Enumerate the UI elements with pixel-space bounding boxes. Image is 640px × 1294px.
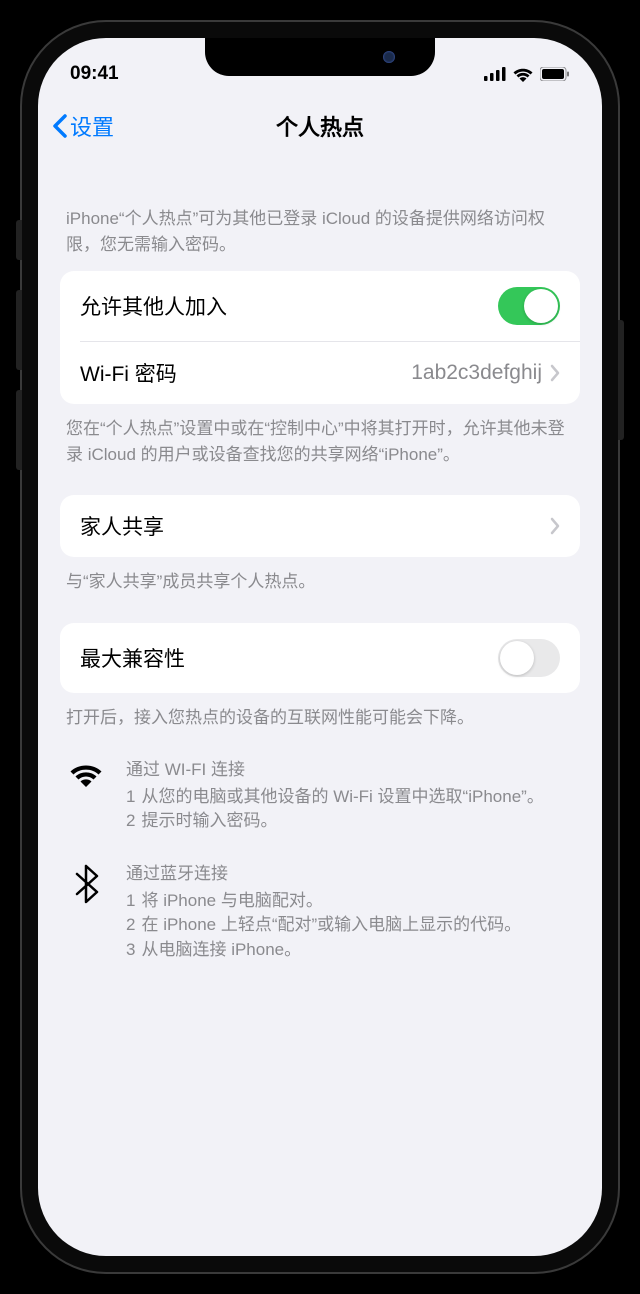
bt-info-step-2: 在 iPhone 上轻点“配对”或输入电脑上显示的代码。: [141, 913, 521, 938]
chevron-left-icon: [52, 114, 68, 138]
bt-info-title: 通过蓝牙连接: [126, 862, 574, 887]
allow-others-toggle[interactable]: [498, 287, 560, 325]
page-title: 个人热点: [276, 110, 364, 142]
screen: 09:41 设置 个人热点: [38, 38, 602, 1256]
max-compat-footer: 打开后，接入您热点的设备的互联网性能可能会下降。: [60, 693, 580, 745]
back-button[interactable]: 设置: [52, 110, 114, 142]
wifi-info-step-2: 提示时输入密码。: [141, 809, 277, 834]
wifi-icon: [512, 66, 534, 82]
chevron-right-icon: [550, 364, 560, 382]
wifi-icon: [66, 758, 106, 834]
cellular-icon: [484, 67, 506, 81]
family-sharing-row[interactable]: 家人共享: [60, 495, 580, 557]
max-compat-group: 最大兼容性: [60, 623, 580, 693]
battery-icon: [540, 67, 570, 81]
wifi-info-title: 通过 WI-FI 连接: [126, 758, 574, 783]
phone-frame: 09:41 设置 个人热点: [20, 20, 620, 1274]
wifi-password-row[interactable]: Wi-Fi 密码 1ab2c3defghij: [80, 341, 580, 404]
wifi-info-step-1: 从您的电脑或其他设备的 Wi-Fi 设置中选取“iPhone”。: [141, 785, 543, 810]
allow-others-row[interactable]: 允许其他人加入: [60, 271, 580, 341]
family-sharing-group: 家人共享: [60, 495, 580, 557]
allow-others-footer: 您在“个人热点”设置中或在“控制中心”中将其打开时，允许其他未登录 iCloud…: [60, 404, 580, 495]
allow-others-label: 允许其他人加入: [80, 291, 227, 321]
family-sharing-label: 家人共享: [80, 511, 164, 541]
wifi-instructions: 通过 WI-FI 连接 1从您的电脑或其他设备的 Wi-Fi 设置中选取“iPh…: [60, 744, 580, 848]
bluetooth-icon: [66, 862, 106, 963]
max-compat-row[interactable]: 最大兼容性: [60, 623, 580, 693]
bluetooth-instructions: 通过蓝牙连接 1将 iPhone 与电脑配对。 2在 iPhone 上轻点“配对…: [60, 848, 580, 977]
bt-info-step-3: 从电脑连接 iPhone。: [141, 938, 301, 963]
notch: [205, 38, 435, 76]
wifi-password-value: 1ab2c3defghij: [411, 361, 542, 385]
wifi-password-label: Wi-Fi 密码: [80, 358, 177, 388]
max-compat-toggle[interactable]: [498, 639, 560, 677]
front-camera-icon: [383, 51, 395, 63]
status-time: 09:41: [70, 63, 119, 85]
bt-info-step-1: 将 iPhone 与电脑配对。: [141, 889, 322, 914]
family-sharing-footer: 与“家人共享”成员共享个人热点。: [60, 557, 580, 623]
back-label: 设置: [70, 110, 114, 142]
header-description: iPhone“个人热点”可为其他已登录 iCloud 的设备提供网络访问权限，您…: [60, 156, 580, 271]
max-compat-label: 最大兼容性: [80, 643, 185, 673]
chevron-right-icon: [550, 517, 560, 535]
nav-bar: 设置 个人热点: [38, 96, 602, 156]
hotspot-settings-group: 允许其他人加入 Wi-Fi 密码 1ab2c3defghij: [60, 271, 580, 404]
